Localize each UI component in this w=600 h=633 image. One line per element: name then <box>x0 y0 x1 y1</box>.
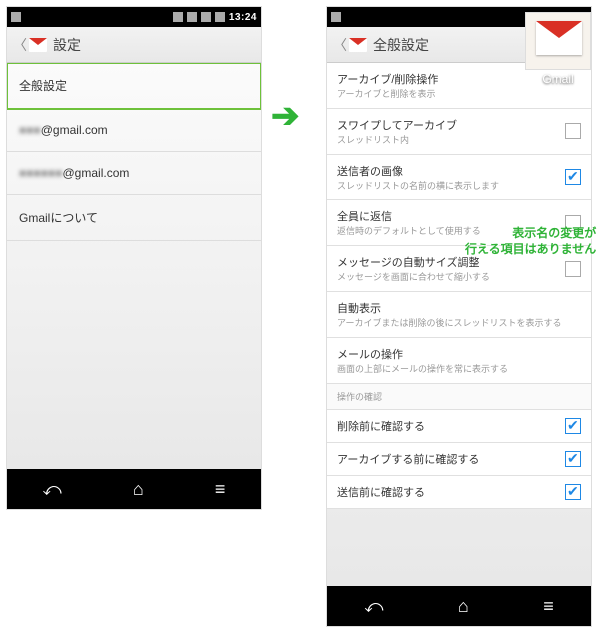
gmail-app-icon[interactable]: Gmail <box>522 12 594 86</box>
annotation-text: 表示名の変更が 行える項目はありません <box>465 226 596 257</box>
row-confirm-send[interactable]: 送信前に確認する <box>327 476 591 509</box>
recent-icon[interactable]: ≡ <box>543 596 554 617</box>
row-title: 自動表示 <box>337 300 581 316</box>
row-confirm-archive[interactable]: アーカイブする前に確認する <box>327 443 591 476</box>
blurred-prefix: ■■■■■■ <box>19 166 63 180</box>
row-swipe-archive[interactable]: スワイプしてアーカイブスレッドリスト内 <box>327 109 591 155</box>
section-confirm: 操作の確認 <box>327 384 591 410</box>
clock: 13:24 <box>229 12 257 23</box>
gallery-icon <box>331 12 341 22</box>
settings-item-about[interactable]: Gmailについて <box>7 195 261 241</box>
settings-item-account-1[interactable]: ■■■@gmail.com <box>7 109 261 152</box>
row-confirm-delete[interactable]: 削除前に確認する <box>327 410 591 443</box>
row-title: メールの操作 <box>337 346 581 362</box>
annotation-line2: 行える項目はありません <box>465 242 596 256</box>
checkbox[interactable] <box>565 484 581 500</box>
row-auto-advance[interactable]: 自動表示アーカイブまたは削除の後にスレッドリストを表示する <box>327 292 591 338</box>
gallery-icon <box>11 12 21 22</box>
app-label: Gmail <box>522 72 594 86</box>
signal-icon <box>173 12 183 22</box>
back-icon[interactable]: ⤺ <box>43 479 62 500</box>
actionbar-title: 設定 <box>53 35 81 55</box>
row-title: 送信前に確認する <box>337 484 557 500</box>
item-label: @gmail.com <box>41 123 108 137</box>
row-sub: スレッドリストの名前の横に表示します <box>337 181 557 192</box>
statusbar-left: 13:24 <box>7 7 261 27</box>
row-mail-actions[interactable]: メールの操作画面の上部にメールの操作を常に表示する <box>327 338 591 384</box>
home-icon[interactable]: ⌂ <box>133 479 144 500</box>
row-sub: アーカイブまたは削除の後にスレッドリストを表示する <box>337 318 581 329</box>
navbar-right: ⤺ ⌂ ≡ <box>327 586 591 626</box>
settings-item-general[interactable]: 全般設定 <box>7 63 261 109</box>
bluetooth-icon <box>187 12 197 22</box>
item-label: 全般設定 <box>19 79 67 93</box>
actionbar-left[interactable]: 〈 設定 <box>7 27 261 63</box>
checkbox[interactable] <box>565 123 581 139</box>
gmail-icon <box>29 38 47 52</box>
home-icon[interactable]: ⌂ <box>458 596 469 617</box>
checkbox[interactable] <box>565 418 581 434</box>
row-title: アーカイブする前に確認する <box>337 451 557 467</box>
actionbar-title: 全般設定 <box>373 35 429 55</box>
row-sub: メッセージを画面に合わせて縮小する <box>337 272 557 283</box>
row-sub: アーカイブと削除を表示 <box>337 89 581 100</box>
row-title: 削除前に確認する <box>337 418 557 434</box>
checkbox[interactable] <box>565 169 581 185</box>
arrow-icon: ➔ <box>271 96 300 136</box>
row-sender-image[interactable]: 送信者の画像スレッドリストの名前の横に表示します <box>327 155 591 201</box>
back-chevron-icon[interactable]: 〈 <box>333 35 347 55</box>
checkbox[interactable] <box>565 451 581 467</box>
settings-list-left: 全般設定 ■■■@gmail.com ■■■■■■@gmail.com Gmai… <box>7 63 261 469</box>
annotation-line1: 表示名の変更が <box>512 226 596 240</box>
row-sub: 画面の上部にメールの操作を常に表示する <box>337 364 581 375</box>
row-title: 送信者の画像 <box>337 163 557 179</box>
phone-left: 13:24 〈 設定 全般設定 ■■■@gmail.com ■■■■■■@gma… <box>6 6 262 510</box>
row-sub: スレッドリスト内 <box>337 135 557 146</box>
recent-icon[interactable]: ≡ <box>215 479 226 500</box>
row-title: スワイプしてアーカイブ <box>337 117 557 133</box>
row-title: 全員に返信 <box>337 208 557 224</box>
blurred-prefix: ■■■ <box>19 123 41 137</box>
back-chevron-icon[interactable]: 〈 <box>13 35 27 55</box>
item-label: @gmail.com <box>63 166 130 180</box>
settings-item-account-2[interactable]: ■■■■■■@gmail.com <box>7 152 261 195</box>
back-icon[interactable]: ⤺ <box>364 596 383 617</box>
battery-icon <box>215 12 225 22</box>
general-settings-list: アーカイブ/削除操作アーカイブと削除を表示 スワイプしてアーカイブスレッドリスト… <box>327 63 591 586</box>
item-label: Gmailについて <box>19 211 98 225</box>
navbar-left: ⤺ ⌂ ≡ <box>7 469 261 509</box>
wifi-icon <box>201 12 211 22</box>
gmail-icon <box>349 38 367 52</box>
gmail-envelope-icon <box>525 12 591 70</box>
phone-right: 〈 全般設定 アーカイブ/削除操作アーカイブと削除を表示 スワイプしてアーカイブ… <box>326 6 592 627</box>
checkbox[interactable] <box>565 261 581 277</box>
